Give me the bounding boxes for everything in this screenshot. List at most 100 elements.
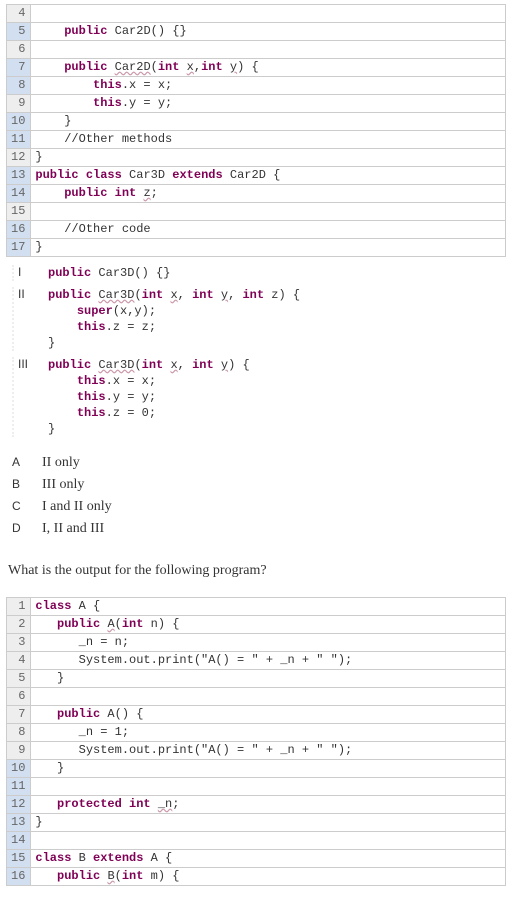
line-content: //Other methods: [31, 131, 506, 149]
code-line: 16 public B(int m) {: [7, 868, 506, 886]
line-content: System.out.print("A() = " + _n + " ");: [31, 742, 506, 760]
line-number: 9: [7, 95, 31, 113]
answer-text: II only: [42, 455, 80, 470]
line-number: 5: [7, 23, 31, 41]
line-number: 13: [7, 167, 31, 185]
options-container: Ipublic Car3D() {} IIpublic Car3D(int x, …: [4, 265, 526, 437]
code-line: 7 public Car2D(int x,int y) {: [7, 59, 506, 77]
code-line: 3 _n = n;: [7, 634, 506, 652]
line-content: _n = n;: [31, 634, 506, 652]
code-block-1: 45 public Car2D() {}67 public Car2D(int …: [6, 4, 506, 257]
answer-letter: B: [12, 477, 42, 491]
option-block: IIpublic Car3D(int x, int y, int z) { su…: [12, 287, 526, 351]
line-number: 11: [7, 131, 31, 149]
option-label: I: [18, 265, 48, 279]
line-number: 15: [7, 203, 31, 221]
line-number: 9: [7, 742, 31, 760]
code-line: 5 public Car2D() {}: [7, 23, 506, 41]
line-content: this.y = y;: [31, 95, 506, 113]
code-line: 7 public A() {: [7, 706, 506, 724]
line-number: 1: [7, 598, 31, 616]
line-number: 15: [7, 850, 31, 868]
line-number: 8: [7, 724, 31, 742]
answer-text: I and II only: [42, 499, 112, 514]
code-line: 8 this.x = x;: [7, 77, 506, 95]
option-block: IIIpublic Car3D(int x, int y) { this.x =…: [12, 357, 526, 437]
line-content: public A(int n) {: [31, 616, 506, 634]
line-number: 12: [7, 796, 31, 814]
line-content: protected int _n;: [31, 796, 506, 814]
line-number: 8: [7, 77, 31, 95]
line-content: this.x = x;: [31, 77, 506, 95]
line-content: public Car2D(int x,int y) {: [31, 59, 506, 77]
answer-text: I, II and III: [42, 521, 104, 536]
line-number: 4: [7, 5, 31, 23]
line-number: 17: [7, 239, 31, 257]
line-content: [31, 832, 506, 850]
code-line: 13}: [7, 814, 506, 832]
line-content: }: [31, 670, 506, 688]
answer-letter: A: [12, 455, 42, 469]
code-line: 1class A {: [7, 598, 506, 616]
code-line: 4: [7, 5, 506, 23]
option-code: public Car3D(int x, int y) { this.x = x;…: [48, 357, 250, 437]
answer-row[interactable]: DI, II and III: [12, 521, 526, 537]
code-line: 14: [7, 832, 506, 850]
answer-row[interactable]: AII only: [12, 455, 526, 471]
line-number: 10: [7, 113, 31, 131]
line-content: System.out.print("A() = " + _n + " ");: [31, 652, 506, 670]
line-content: //Other code: [31, 221, 506, 239]
code-line: 10 }: [7, 760, 506, 778]
question-text: What is the output for the following pro…: [8, 563, 526, 579]
line-number: 4: [7, 652, 31, 670]
code-line: 15: [7, 203, 506, 221]
line-number: 7: [7, 59, 31, 77]
line-content: }: [31, 149, 506, 167]
code-line: 9 System.out.print("A() = " + _n + " ");: [7, 742, 506, 760]
line-content: public B(int m) {: [31, 868, 506, 886]
code-line: 6: [7, 688, 506, 706]
option-code: public Car3D(int x, int y, int z) { supe…: [48, 287, 300, 351]
line-content: class B extends A {: [31, 850, 506, 868]
option-block: Ipublic Car3D() {}: [12, 265, 526, 281]
code-line: 16 //Other code: [7, 221, 506, 239]
line-number: 13: [7, 814, 31, 832]
line-content: [31, 203, 506, 221]
line-content: class A {: [31, 598, 506, 616]
line-number: 14: [7, 185, 31, 203]
option-label: III: [18, 357, 48, 371]
code-line: 11 //Other methods: [7, 131, 506, 149]
code-block-2: 1class A {2 public A(int n) {3 _n = n;4 …: [6, 597, 506, 886]
code-line: 11: [7, 778, 506, 796]
code-line: 17}: [7, 239, 506, 257]
line-content: }: [31, 239, 506, 257]
code-line: 14 public int z;: [7, 185, 506, 203]
line-number: 10: [7, 760, 31, 778]
answer-row[interactable]: CI and II only: [12, 499, 526, 515]
answer-row[interactable]: BIII only: [12, 477, 526, 493]
line-content: public class Car3D extends Car2D {: [31, 167, 506, 185]
line-content: [31, 5, 506, 23]
line-content: public A() {: [31, 706, 506, 724]
line-number: 3: [7, 634, 31, 652]
line-content: public Car2D() {}: [31, 23, 506, 41]
answer-text: III only: [42, 477, 84, 492]
code-line: 4 System.out.print("A() = " + _n + " ");: [7, 652, 506, 670]
line-content: [31, 688, 506, 706]
code-line: 12}: [7, 149, 506, 167]
line-number: 6: [7, 688, 31, 706]
line-content: public int z;: [31, 185, 506, 203]
line-content: }: [31, 760, 506, 778]
code-line: 6: [7, 41, 506, 59]
line-number: 5: [7, 670, 31, 688]
option-code: public Car3D() {}: [48, 265, 170, 281]
line-number: 16: [7, 221, 31, 239]
code-line: 8 _n = 1;: [7, 724, 506, 742]
line-content: }: [31, 113, 506, 131]
code-line: 9 this.y = y;: [7, 95, 506, 113]
answer-list: AII onlyBIII onlyCI and II onlyDI, II an…: [12, 455, 526, 537]
answer-letter: D: [12, 521, 42, 535]
line-number: 6: [7, 41, 31, 59]
code-line: 10 }: [7, 113, 506, 131]
code-line: 5 }: [7, 670, 506, 688]
